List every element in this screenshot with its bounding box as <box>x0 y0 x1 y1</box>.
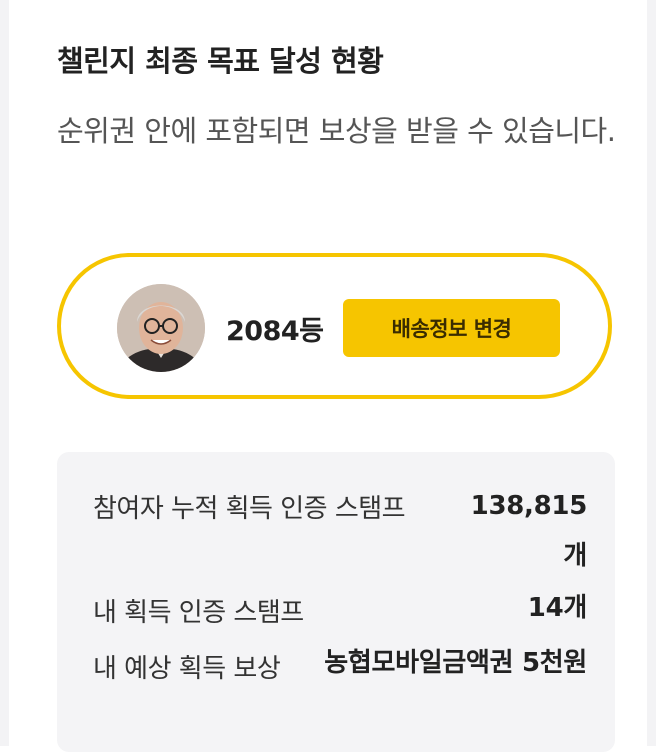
stats-summary: 참여자 누적 획득 인증 스탬프 138,815개 내 획득 인증 스탬프 14… <box>57 452 615 752</box>
user-photo-icon <box>117 284 205 372</box>
rank-card: 2084등 배송정보 변경 <box>57 253 612 399</box>
right-gutter <box>647 0 656 746</box>
stat-label-total-stamps: 참여자 누적 획득 인증 스탬프 <box>93 494 406 524</box>
left-gutter <box>0 0 9 746</box>
page-subtitle: 순위권 안에 포함되면 보상을 받을 수 있습니다. <box>57 114 616 148</box>
stat-value-expected-reward: 농협모바일금액권 5천원 <box>324 648 587 678</box>
avatar <box>117 284 205 372</box>
rank-value: 2084등 <box>226 316 324 347</box>
stat-value-total-stamps: 138,815개 <box>470 491 588 571</box>
stat-value-my-stamps: 14개 <box>527 593 588 623</box>
stat-label-my-stamps: 내 획득 인증 스탬프 <box>93 598 304 628</box>
page-title: 챌린지 최종 목표 달성 현황 <box>57 44 384 78</box>
stat-label-expected-reward: 내 예상 획득 보상 <box>93 654 281 684</box>
change-delivery-info-button[interactable]: 배송정보 변경 <box>343 299 560 357</box>
